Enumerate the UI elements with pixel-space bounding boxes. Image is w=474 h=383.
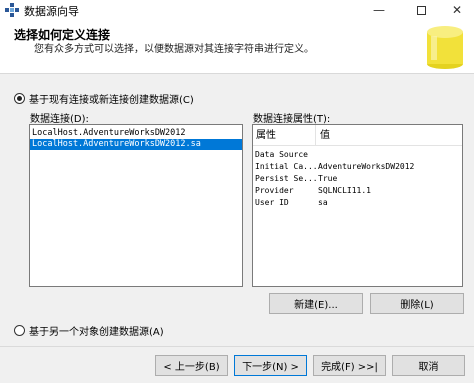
property-value: SQLNCLI11.1 xyxy=(318,186,371,195)
connections-label: 数据连接(D): xyxy=(30,114,89,125)
minimize-button[interactable]: — xyxy=(362,0,396,20)
property-key: Provider xyxy=(255,186,294,195)
property-key: Initial Ca... xyxy=(255,162,318,171)
new-connection-button[interactable]: 新建(E)... xyxy=(269,293,363,314)
properties-grid: 属性 值 Data Source Initial Ca... Adventure… xyxy=(252,124,463,287)
page-subtitle: 您有众多方式可以选择，以便数据源对其连接字符串进行定义。 xyxy=(34,44,314,55)
column-header-value: 值 xyxy=(320,130,330,141)
title-bar: 数据源向导 — ✕ xyxy=(0,0,474,20)
existing-connection-radio[interactable] xyxy=(14,93,25,104)
property-key: Persist Se... xyxy=(255,174,318,183)
table-row: Data Source xyxy=(253,149,462,161)
table-row: Initial Ca... AdventureWorksDW2012 xyxy=(253,161,462,173)
wizard-header: 选择如何定义连接 您有众多方式可以选择，以便数据源对其连接字符串进行定义。 xyxy=(0,20,474,74)
wizard-app-icon xyxy=(5,3,19,17)
table-row: Provider SQLNCLI11.1 xyxy=(253,185,462,197)
maximize-button[interactable] xyxy=(404,0,438,20)
maximize-icon xyxy=(416,5,426,15)
existing-connection-option[interactable]: 基于现有连接或新连接创建数据源(C) xyxy=(14,91,194,106)
back-button[interactable]: < 上一步(B) xyxy=(155,355,228,376)
property-value: True xyxy=(318,174,338,183)
properties-grid-header: 属性 值 xyxy=(253,125,462,146)
cancel-button[interactable]: 取消 xyxy=(392,355,465,376)
close-button[interactable]: ✕ xyxy=(440,0,474,20)
other-object-option[interactable]: 基于另一个对象创建数据源(A) xyxy=(14,323,164,338)
close-icon: ✕ xyxy=(451,3,463,17)
column-header-property: 属性 xyxy=(253,125,316,145)
property-value: AdventureWorksDW2012 xyxy=(318,162,415,171)
other-object-label: 基于另一个对象创建数据源(A) xyxy=(29,327,164,338)
property-value: sa xyxy=(318,198,328,207)
footer-divider xyxy=(0,346,474,347)
connections-list[interactable]: LocalHost.AdventureWorksDW2012 LocalHost… xyxy=(29,124,243,287)
other-object-radio[interactable] xyxy=(14,325,25,336)
property-key: Data Source xyxy=(255,150,308,159)
list-item[interactable]: LocalHost.AdventureWorksDW2012 xyxy=(30,128,242,139)
next-button[interactable]: 下一步(N) > xyxy=(234,355,307,376)
database-icon xyxy=(427,26,463,69)
properties-label: 数据连接属性(T): xyxy=(253,114,331,125)
property-key: User ID xyxy=(255,198,289,207)
table-row: User ID sa xyxy=(253,197,462,209)
window-title: 数据源向导 xyxy=(24,5,79,18)
list-item[interactable]: LocalHost.AdventureWorksDW2012.sa xyxy=(30,139,242,150)
minimize-icon: — xyxy=(373,3,385,17)
finish-button[interactable]: 完成(F) >>| xyxy=(313,355,386,376)
existing-connection-label: 基于现有连接或新连接创建数据源(C) xyxy=(29,95,194,106)
table-row: Persist Se... True xyxy=(253,173,462,185)
delete-connection-button[interactable]: 删除(L) xyxy=(370,293,464,314)
